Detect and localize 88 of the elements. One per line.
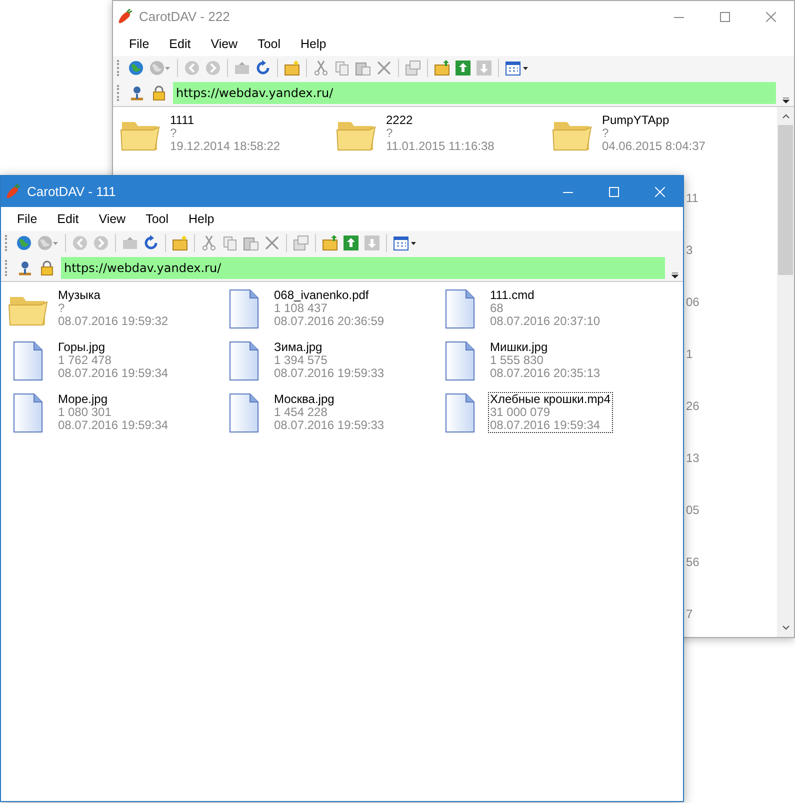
lock-icon[interactable]: [39, 260, 55, 276]
file-date: 08.07.2016 20:37:10: [490, 315, 600, 328]
file-size: 1 394 575: [274, 354, 328, 367]
file-date: 26: [686, 399, 700, 413]
file-date: 08.07.2016 19:59:33: [274, 419, 384, 432]
file-date: 1: [686, 347, 693, 361]
file-date: 3: [686, 243, 693, 257]
file-entry[interactable]: Москва.jpg 1 454 228 08.07.2016 19:59:33: [272, 392, 386, 433]
file-date: 7: [686, 607, 693, 621]
file-entry[interactable]: 111.cmd 68 08.07.2016 20:37:10: [488, 288, 602, 329]
file-date: 11: [686, 191, 698, 205]
close-icon: [766, 12, 776, 22]
file-name: Горы.jpg: [58, 341, 106, 354]
refresh-icon[interactable]: [143, 235, 159, 251]
address-field[interactable]: https://webdav.yandex.ru/: [61, 257, 665, 279]
file-entry[interactable]: Музыка ? 08.07.2016 19:59:32: [56, 288, 170, 329]
forward-icon[interactable]: [93, 235, 109, 251]
menu-item[interactable]: Tool: [136, 210, 179, 228]
file-size: 1 762 478: [58, 354, 112, 367]
folder-up-icon[interactable]: [122, 235, 138, 251]
close-icon: [655, 186, 665, 196]
file-name: Хлебные крошки.mp4: [490, 393, 611, 406]
file-date: 05: [686, 503, 700, 517]
file-size: 1 555 830: [490, 354, 544, 367]
maximize-icon: [609, 186, 619, 196]
file-date: 08.07.2016 19:59:33: [274, 367, 384, 380]
file-size: 31 000 079: [490, 406, 550, 419]
window-title: CarotDAV - 111: [27, 184, 116, 199]
download-icon[interactable]: [364, 235, 380, 251]
file-entry[interactable]: Море.jpg 1 080 301 08.07.2016 19:59:34: [56, 392, 170, 433]
menu-item[interactable]: Edit: [47, 210, 89, 228]
file-size: 1 454 228: [274, 406, 328, 419]
file-date: 08.07.2016 19:59:32: [58, 315, 168, 328]
menu-item[interactable]: Help: [178, 210, 224, 228]
copy-icon[interactable]: [222, 235, 238, 251]
window-title: CarotDAV - 222: [139, 9, 230, 24]
file-date: 08.07.2016 20:36:59: [274, 315, 384, 328]
file-name: 111.cmd: [490, 289, 536, 302]
file-size: ?: [386, 127, 394, 140]
carrot-icon: [117, 8, 133, 24]
file-name: Мишки.jpg: [490, 341, 549, 354]
file-name: PumpYTApp: [602, 114, 670, 127]
file-date: 13: [686, 451, 700, 465]
upload-folder-icon[interactable]: [322, 235, 338, 251]
file-entry[interactable]: Горы.jpg 1 762 478 08.07.2016 19:59:34: [56, 340, 170, 381]
dropdown-arrow-icon[interactable]: [671, 272, 679, 280]
file-date: 04.06.2015 8:04:37: [602, 140, 706, 153]
menu-item[interactable]: File: [7, 210, 48, 228]
user-icon[interactable]: [17, 260, 33, 276]
file-size: 1 080 301: [58, 406, 112, 419]
file-date: 56: [686, 555, 700, 569]
file-size: ?: [602, 127, 609, 140]
delete-icon[interactable]: [264, 235, 280, 251]
scroll-thumb[interactable]: [778, 125, 793, 275]
file-size: ?: [170, 127, 178, 140]
view-icon[interactable]: [393, 235, 417, 251]
back-icon[interactable]: [72, 235, 88, 251]
file-date: 19.12.2014 18:58:22: [170, 140, 280, 153]
file-entry[interactable]: Хлебные крошки.mp4 31 000 079 08.07.2016 19:59:34: [488, 392, 613, 433]
file-name: Москва.jpg: [274, 393, 336, 406]
new-folder-icon[interactable]: [172, 235, 188, 251]
carrot-icon: [5, 184, 21, 200]
file-date: 08.07.2016 19:59:34: [58, 419, 168, 432]
globe-dropdown-icon[interactable]: [37, 235, 59, 251]
file-entry[interactable]: 068_ivanenko.pdf 1 108 437 08.07.2016 20:36:59: [272, 288, 386, 329]
file-entry[interactable]: Мишки.jpg 1 555 830 08.07.2016 20:35:13: [488, 340, 602, 381]
file-size: 1 108 437: [274, 302, 328, 315]
scissors-icon[interactable]: [201, 235, 217, 251]
file-name: 2222: [386, 114, 414, 127]
properties-icon[interactable]: [293, 235, 309, 251]
file-name: 068_ivanenko.pdf: [274, 289, 370, 302]
file-name: Музыка: [58, 289, 102, 302]
globe-icon[interactable]: [16, 235, 32, 251]
paste-icon[interactable]: [243, 235, 259, 251]
menu-item[interactable]: View: [88, 210, 136, 228]
upload-icon[interactable]: [343, 235, 359, 251]
file-name: Зима.jpg: [274, 341, 324, 354]
file-size: 68: [490, 302, 504, 315]
file-size: ?: [58, 302, 65, 315]
file-date: 08.07.2016 19:59:34: [490, 419, 602, 432]
file-date: 11.01.2015 11:16:38: [386, 140, 494, 153]
file-name: 1111: [170, 114, 196, 127]
file-date: 08.07.2016 19:59:34: [58, 367, 168, 380]
file-date: 08.07.2016 20:35:13: [490, 367, 600, 380]
file-name: Море.jpg: [58, 393, 108, 406]
file-entry[interactable]: Зима.jpg 1 394 575 08.07.2016 19:59:33: [272, 340, 386, 381]
maximize-icon: [720, 12, 730, 22]
file-date: 06: [686, 295, 700, 309]
